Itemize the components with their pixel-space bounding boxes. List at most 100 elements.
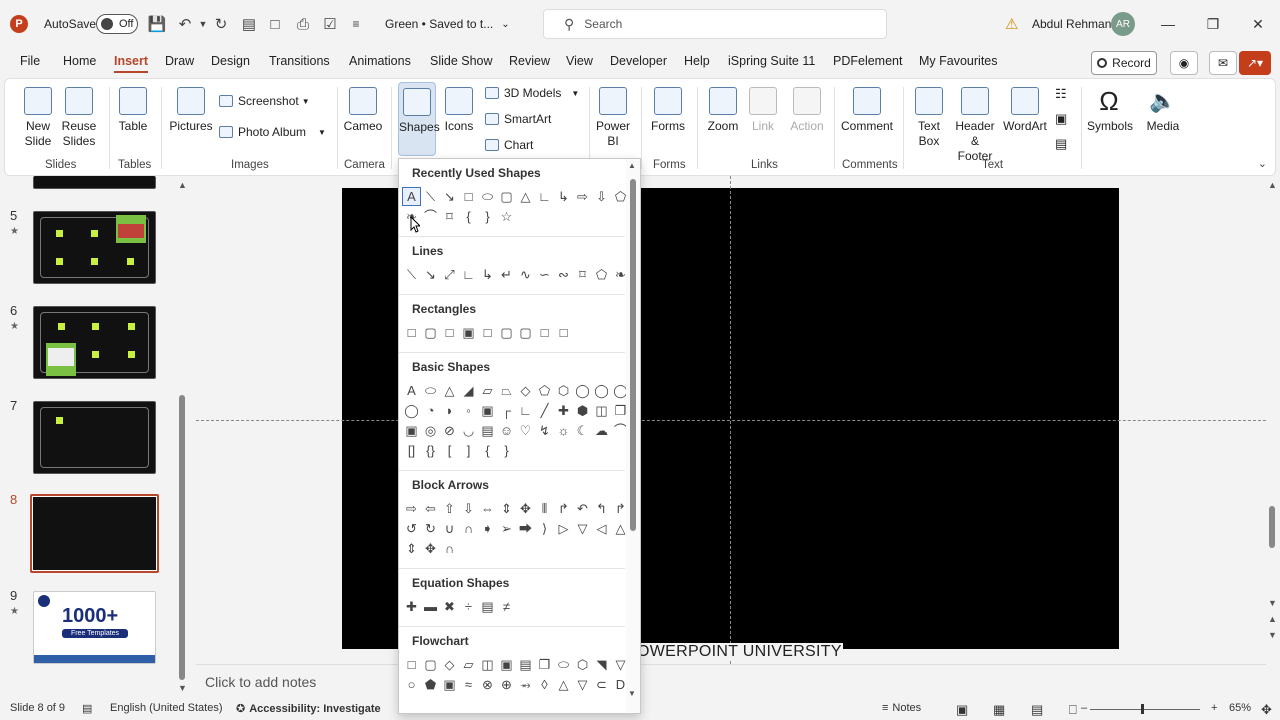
octagon-shape[interactable]: ◯ [592,381,611,400]
tab-developer[interactable]: Developer [610,54,667,68]
tab-my-favourites[interactable]: My Favourites [919,54,998,68]
down-arrow-callout-shape[interactable]: ▽ [573,519,592,538]
notched-right-arrow-shape[interactable]: ➢ [497,519,516,538]
tab-ispring[interactable]: iSpring Suite 11 [728,54,815,68]
block-arc-shape[interactable]: ◡ [459,421,478,440]
previous-slide-icon[interactable]: ▲ [1268,614,1277,624]
curved-left-arrow-shape[interactable]: ↻ [421,519,440,538]
snip-diagonal-rectangle-shape[interactable]: □ [478,323,497,342]
rectangle-shape[interactable]: □ [402,323,421,342]
chord-shape[interactable]: ◗ [440,401,459,420]
parallelogram-shape[interactable]: ▱ [478,381,497,400]
alternate-process-shape[interactable]: ▢ [421,655,440,674]
slide-show-icon[interactable]: ⎕ [1069,702,1077,718]
u-turn-arrow-shape[interactable]: ↶ [573,499,592,518]
right-arrow-callout-shape[interactable]: ▷ [554,519,573,538]
header-footer-button[interactable]: Header & Footer [953,87,997,164]
curved-down-arrow-shape[interactable]: ∩ [459,519,478,538]
merge-shape[interactable]: ▽ [573,675,592,694]
scrollbar-thumb[interactable] [1269,506,1275,548]
undo-icon[interactable]: ↶ [175,14,195,34]
scrollbar-thumb[interactable] [179,395,185,680]
left-right-arrow-shape[interactable]: ⇔ [478,499,497,518]
comments-icon[interactable]: ✉ [1209,51,1237,75]
donut-shape[interactable]: ◎ [421,421,440,440]
curve-shape[interactable]: ⌑ [440,207,459,226]
comment-button[interactable]: Comment [839,87,895,134]
star-shape[interactable]: ☆ [497,207,516,226]
frame-shape[interactable]: ▣ [478,401,497,420]
next-slide-icon[interactable]: ▼ [1268,630,1277,640]
lightning-bolt-shape[interactable]: ↯ [535,421,554,440]
pictures-button[interactable]: Pictures [169,87,213,134]
curved-arrow-shape[interactable]: ∽ [535,265,554,284]
collate-shape[interactable]: ⥇ [516,675,535,694]
curve-shape[interactable]: ⌑ [573,265,592,284]
heart-shape[interactable]: ♡ [516,421,535,440]
tab-home[interactable]: Home [63,54,96,68]
language-status[interactable]: English (United States) [110,702,223,714]
half-frame-shape[interactable]: ┌ [497,401,516,420]
line-shape[interactable]: ⟍ [421,187,440,206]
elbow-arrow-shape[interactable]: ↳ [554,187,573,206]
warning-icon[interactable]: ⚠ [1005,15,1018,33]
down-arrow-shape[interactable]: ⇩ [592,187,611,206]
rounded-rectangle-shape[interactable]: ▢ [421,323,440,342]
curved-up-arrow-shape[interactable]: ∪ [440,519,459,538]
slide-number-icon[interactable]: ▣ [1055,111,1067,127]
text-box-shape[interactable]: A [402,187,421,206]
left-brace-shape[interactable]: { [459,207,478,226]
striped-right-arrow-shape[interactable]: ➧ [478,519,497,538]
close-icon[interactable]: ✕ [1246,12,1270,36]
chart-button[interactable]: Chart [485,138,533,152]
slide-thumbnail-5[interactable] [33,211,156,284]
divide-shape[interactable]: ÷ [459,597,478,616]
fit-to-window-icon[interactable]: ✥ [1261,702,1272,718]
reuse-slides-button[interactable]: Reuse Slides [61,87,97,149]
left-right-up-arrow-shape[interactable]: ⫴ [535,499,554,518]
tab-transitions[interactable]: Transitions [269,54,330,68]
document-shape[interactable]: ▤ [516,655,535,674]
scroll-down-icon[interactable]: ▼ [178,683,187,693]
date-time-icon[interactable]: ☷ [1055,86,1067,102]
plaque-shape[interactable]: ⬢ [573,401,592,420]
slide-thumbnail-9[interactable]: 1000+ Free Templates [33,591,156,664]
left-arrow-shape[interactable]: ⇦ [421,499,440,518]
search-box[interactable]: ⚲ Search [543,9,887,39]
slide-thumbnail-6[interactable] [33,306,156,379]
teardrop-shape[interactable]: ◦ [459,401,478,420]
bent-arrow-shape[interactable]: ↱ [554,499,573,518]
double-brace-shape[interactable]: {} [421,441,440,460]
3d-models-button[interactable]: 3D Models ▼ [485,86,579,100]
pentagon-shape[interactable]: ⬠ [535,381,554,400]
stored-data-shape[interactable]: ⊂ [592,675,611,694]
undo-dropdown-icon[interactable]: ▼ [193,14,213,34]
autosave-toggle[interactable]: Off [96,14,138,34]
equal-shape[interactable]: ▤ [478,597,497,616]
elbow-arrow-shape[interactable]: ↳ [478,265,497,284]
shapes-gallery-scrollbar[interactable]: ▲ ▼ [626,159,640,713]
freeform-shape[interactable]: ⬠ [592,265,611,284]
cameo-button[interactable]: Cameo [343,87,383,134]
cross-shape[interactable]: ✚ [554,401,573,420]
triangle-shape[interactable]: △ [440,381,459,400]
share-button[interactable]: ↗▾ [1239,51,1271,75]
minus-shape[interactable]: ▬ [421,597,440,616]
curved-right-arrow-shape[interactable]: ↺ [402,519,421,538]
elbow-connector-shape[interactable]: ∟ [535,187,554,206]
dodecagon-shape[interactable]: ◯ [402,401,421,420]
photo-album-button[interactable]: Photo Album ▼ [219,125,326,139]
thumbnail-scrollbar[interactable]: ▲ ▼ [178,180,187,693]
slide-footer-text[interactable]: POWERPOINT UNIVERSITY [625,643,843,661]
right-arrow-shape[interactable]: ⇨ [573,187,592,206]
print-icon[interactable]: ⎙ [293,14,313,34]
left-up-arrow-shape[interactable]: ↰ [592,499,611,518]
sort-shape[interactable]: ◊ [535,675,554,694]
object-icon[interactable]: ▤ [1055,136,1067,152]
extract-shape[interactable]: △ [554,675,573,694]
slide-thumbnail-partial[interactable] [33,176,156,189]
power-bi-button[interactable]: Power BI [595,87,631,149]
zoom-out-icon[interactable]: – [1081,702,1087,714]
tab-help[interactable]: Help [684,54,710,68]
trapezoid-shape[interactable]: ⏢ [497,381,516,400]
